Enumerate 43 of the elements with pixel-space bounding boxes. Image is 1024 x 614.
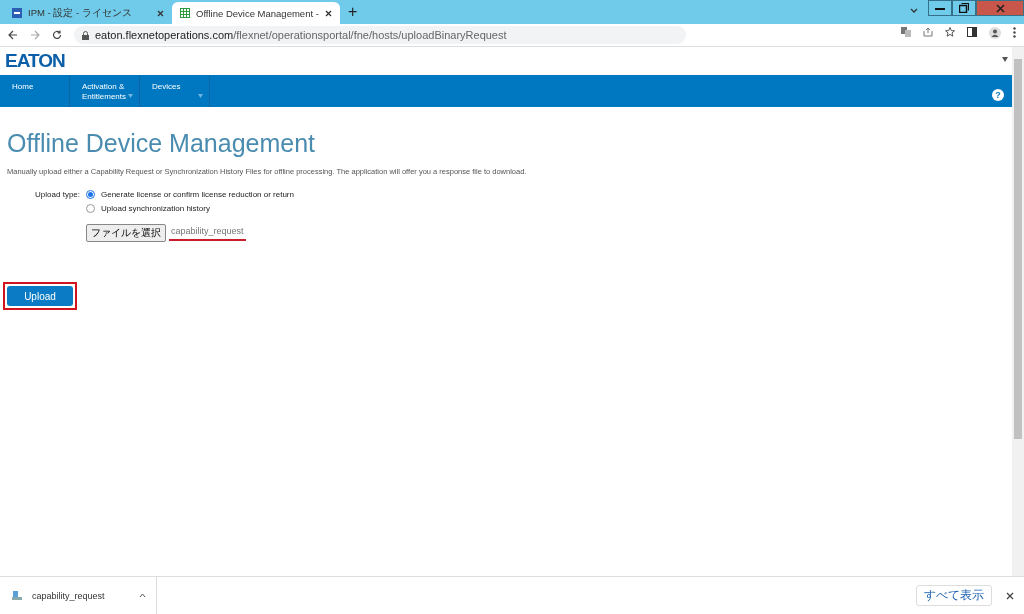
radio-label: Upload synchronization history [101,204,210,213]
scrollbar[interactable] [1012,47,1024,578]
share-icon[interactable] [923,27,933,37]
star-icon[interactable] [945,27,955,37]
nav-item[interactable]: Home [0,75,70,107]
nav-item[interactable]: Devices [140,75,210,107]
browser-tab[interactable]: Offline Device Management - [172,2,340,24]
profile-icon[interactable] [989,27,1001,39]
address-bar[interactable]: eaton.flexnetoperations.com/flexnet/operationsportal/fne/hosts/uploadBinaryRequest [74,26,686,44]
help-icon[interactable]: ? [992,89,1004,101]
close-icon[interactable] [325,9,332,17]
file-name: capability_request [169,225,246,241]
caret-icon[interactable] [1002,57,1008,62]
more-icon[interactable] [1013,27,1016,38]
lock-icon [82,30,89,40]
download-item[interactable]: capability_request [0,577,157,614]
radio-label: Generate license or confirm license reduction or return [101,190,294,199]
logo: EATON [5,50,65,72]
browser-tab[interactable]: IPM - 設定 - ライセンス [4,2,172,24]
chevron-icon[interactable] [910,8,918,14]
page-title: Offline Device Management [7,129,317,158]
caret-icon [198,94,203,98]
app-icon [12,8,22,18]
radio-button[interactable] [86,190,95,199]
radio-button[interactable] [86,204,95,213]
upload-button[interactable]: Upload [7,286,73,306]
minimize-icon[interactable] [928,0,952,16]
grid-icon [180,8,190,18]
caret-icon [128,94,133,98]
translate-icon[interactable] [901,27,911,37]
nav-item[interactable]: Activation & Entitlements [70,75,140,107]
field-label: Upload type: [34,190,81,201]
close-icon[interactable] [1006,591,1014,600]
back-icon[interactable] [8,30,18,40]
reload-icon[interactable] [52,30,62,40]
restore-icon[interactable] [952,0,976,16]
caret-icon[interactable] [139,593,146,598]
show-all-button[interactable]: すべて表示 [916,585,992,606]
file-icon [12,590,22,601]
close-icon[interactable] [157,9,164,17]
side-panel-icon[interactable] [967,27,977,37]
new-tab-button[interactable]: + [348,3,358,21]
choose-file-button[interactable]: ファイルを選択 [86,224,166,242]
